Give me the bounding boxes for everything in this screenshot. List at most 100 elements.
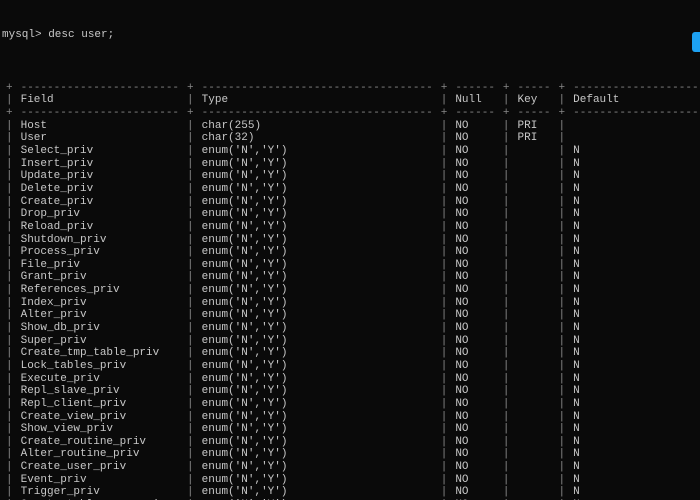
cell-key [514,335,555,348]
cell-field: Drop_priv [17,208,183,221]
table-row: |Event_priv|enum('N','Y')|NO||N|| [2,474,700,487]
cell-field: Insert_priv [17,158,183,171]
cell-field: Shutdown_priv [17,234,183,247]
cell-key: PRI [514,132,555,145]
cell-null: NO [451,360,499,373]
cell-key [514,221,555,234]
cell-null: NO [451,297,499,310]
cell-field: Create_view_priv [17,411,183,424]
cell-type: char(255) [198,120,437,133]
table-row: |Create_routine_priv|enum('N','Y')|NO||N… [2,436,700,449]
describe-table: +------------------------ +-------------… [2,82,700,500]
table-row: |Delete_priv|enum('N','Y')|NO||N|| [2,183,700,196]
cell-field: Host [17,120,183,133]
side-widget-icon[interactable] [692,32,700,52]
cell-default: N [569,170,700,183]
cell-field: Index_priv [17,297,183,310]
cell-default: N [569,461,700,474]
header-type: Type [198,94,437,107]
cell-null: NO [451,246,499,259]
cell-key [514,183,555,196]
cell-key [514,411,555,424]
cell-default: N [569,284,700,297]
cell-type: enum('N','Y') [198,360,437,373]
cell-type: char(32) [198,132,437,145]
cell-null: NO [451,309,499,322]
cell-default: N [569,234,700,247]
cell-null: NO [451,158,499,171]
table-border-top: +------------------------ +-------------… [2,82,700,95]
sql-prompt: mysql> desc user; [2,29,698,42]
table-row: |Super_priv|enum('N','Y')|NO||N|| [2,335,700,348]
cell-type: enum('N','Y') [198,335,437,348]
cell-field: Delete_priv [17,183,183,196]
cell-key [514,297,555,310]
cell-null: NO [451,436,499,449]
cell-type: enum('N','Y') [198,461,437,474]
table-row: |File_priv|enum('N','Y')|NO||N|| [2,259,700,272]
table-border-mid: +------------------------ +-------------… [2,107,700,120]
cell-default: N [569,183,700,196]
cell-type: enum('N','Y') [198,398,437,411]
cell-key [514,246,555,259]
cell-type: enum('N','Y') [198,486,437,499]
cell-type: enum('N','Y') [198,411,437,424]
cell-key [514,461,555,474]
table-row: |Repl_client_priv|enum('N','Y')|NO||N|| [2,398,700,411]
table-row: |Create_view_priv|enum('N','Y')|NO||N|| [2,411,700,424]
cell-type: enum('N','Y') [198,208,437,221]
table-row: |Process_priv|enum('N','Y')|NO||N|| [2,246,700,259]
table-header-row: |Field |Type |Null |Key |Default |Extra … [2,94,700,107]
cell-default: N [569,246,700,259]
cell-default: N [569,196,700,209]
cell-type: enum('N','Y') [198,259,437,272]
cell-default: N [569,373,700,386]
cell-key [514,158,555,171]
cell-null: NO [451,385,499,398]
cell-default: N [569,158,700,171]
cell-null: NO [451,183,499,196]
cell-field: Create_routine_priv [17,436,183,449]
cell-default [569,120,700,133]
cell-field: Create_user_priv [17,461,183,474]
cell-field: Execute_priv [17,373,183,386]
cell-field: Super_priv [17,335,183,348]
cell-key [514,170,555,183]
cell-type: enum('N','Y') [198,196,437,209]
cell-null: NO [451,271,499,284]
cell-default: N [569,322,700,335]
table-row: |References_priv|enum('N','Y')|NO||N|| [2,284,700,297]
cell-type: enum('N','Y') [198,373,437,386]
cell-key [514,309,555,322]
table-row: |Create_tmp_table_priv|enum('N','Y')|NO|… [2,347,700,360]
cell-key [514,373,555,386]
cell-type: enum('N','Y') [198,158,437,171]
cell-type: enum('N','Y') [198,423,437,436]
cell-field: Event_priv [17,474,183,487]
header-null: Null [451,94,499,107]
cell-key [514,474,555,487]
table-row: |Reload_priv|enum('N','Y')|NO||N|| [2,221,700,234]
cell-null: NO [451,284,499,297]
cell-key [514,196,555,209]
cell-default: N [569,448,700,461]
cell-key [514,448,555,461]
cell-default: N [569,145,700,158]
cell-null: NO [451,259,499,272]
cell-default: N [569,423,700,436]
table-row: |Drop_priv|enum('N','Y')|NO||N|| [2,208,700,221]
cell-null: NO [451,398,499,411]
cell-key [514,347,555,360]
cell-null: NO [451,411,499,424]
cell-key [514,284,555,297]
cell-type: enum('N','Y') [198,170,437,183]
cell-key [514,234,555,247]
cell-default: N [569,436,700,449]
cell-field: File_priv [17,259,183,272]
cell-null: NO [451,448,499,461]
cell-type: enum('N','Y') [198,436,437,449]
header-default: Default [569,94,700,107]
cell-default: N [569,309,700,322]
cell-type: enum('N','Y') [198,322,437,335]
cell-field: Alter_priv [17,309,183,322]
